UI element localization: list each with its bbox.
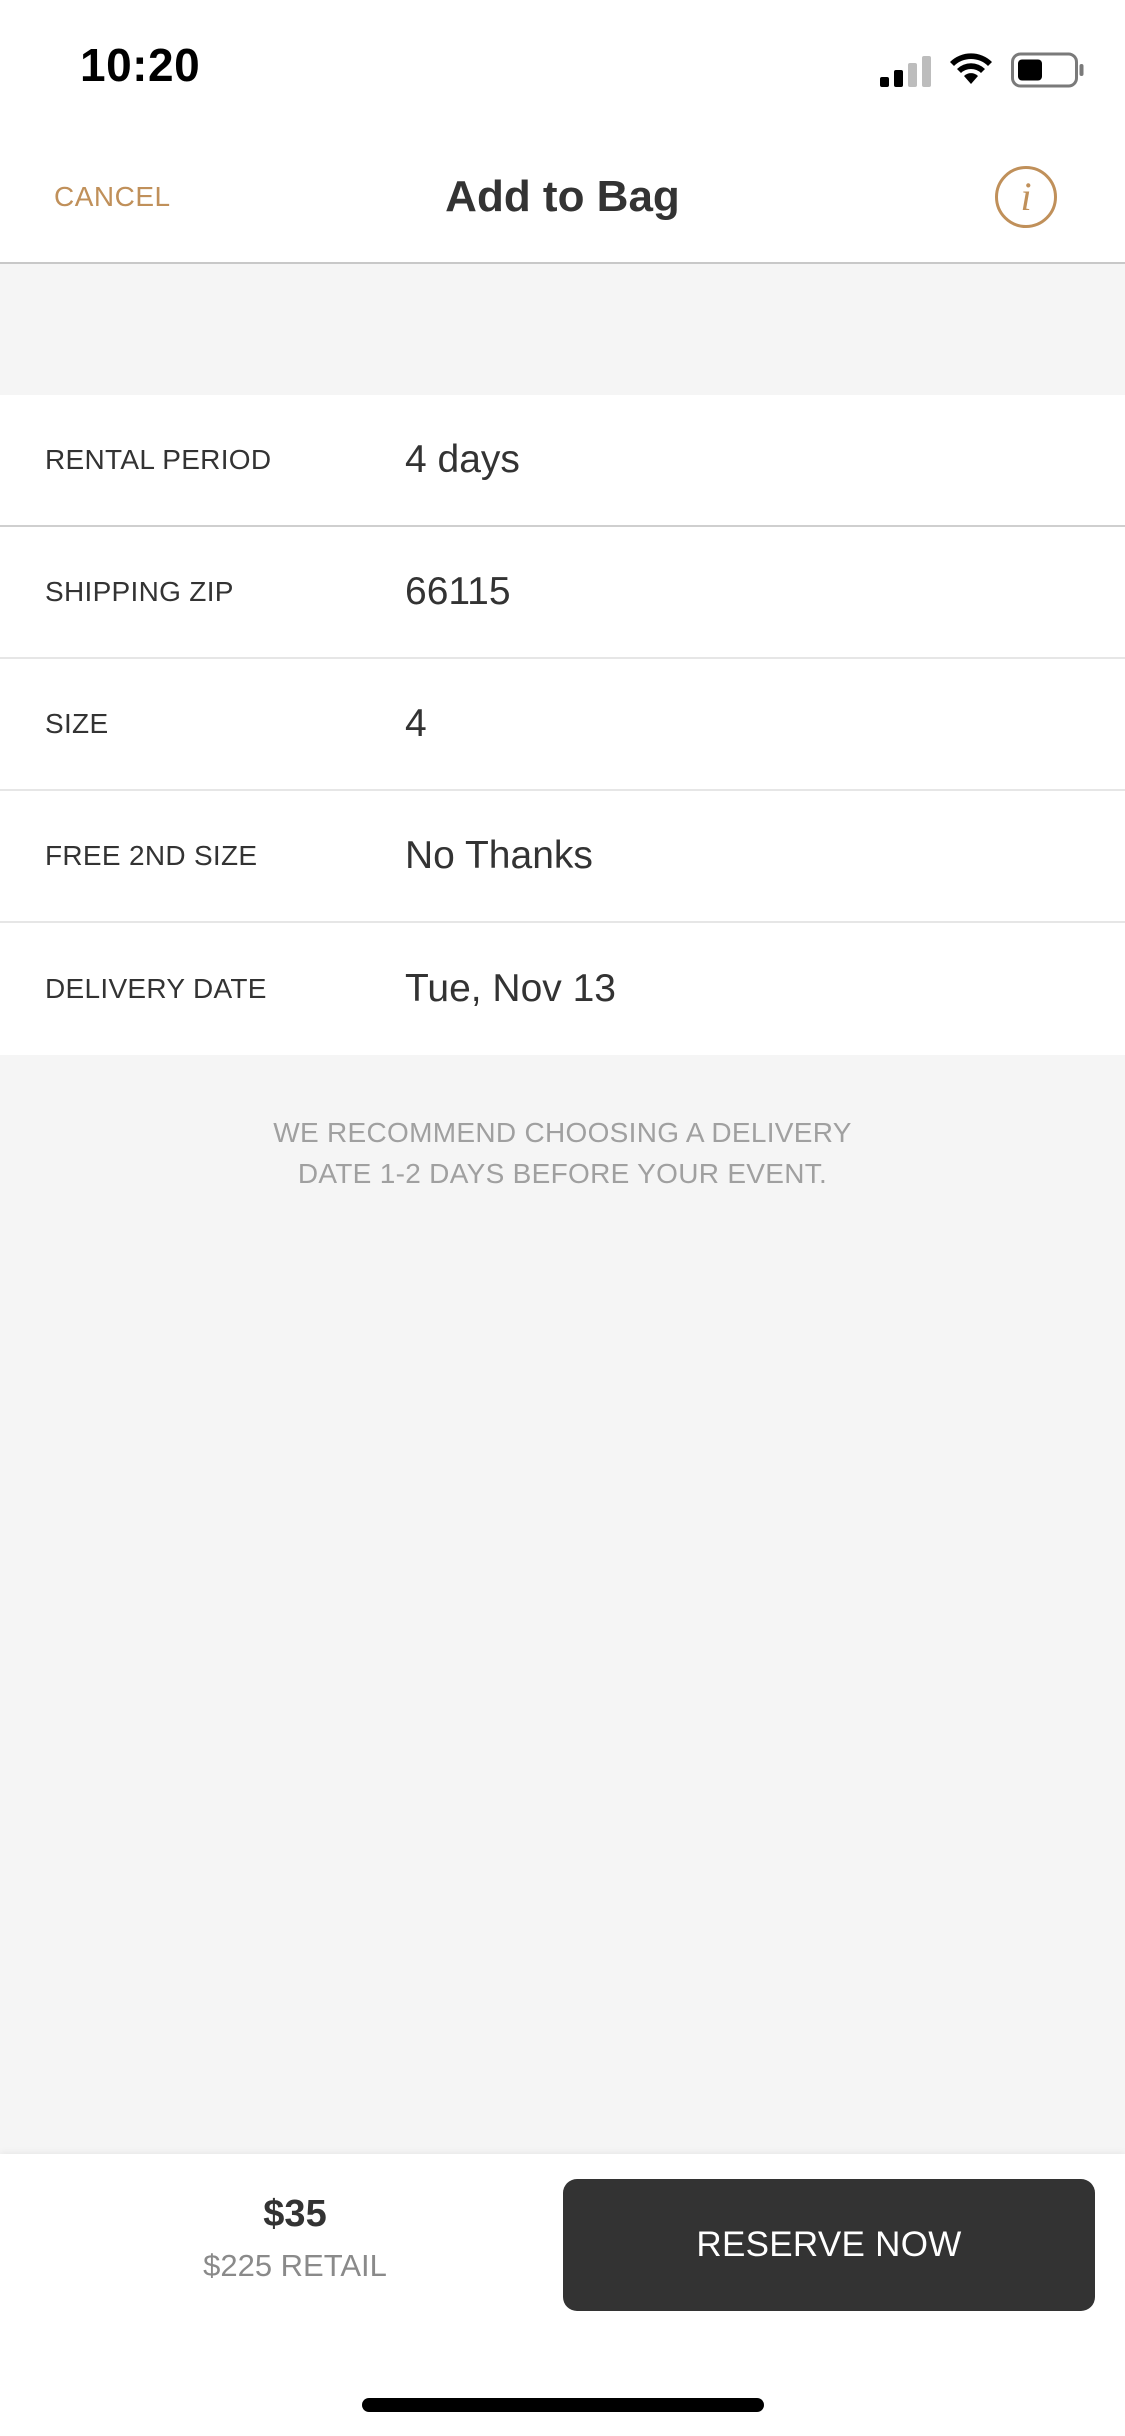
delivery-recommendation-note: WE RECOMMEND CHOOSING A DELIVERY DATE 1-… (0, 1112, 1125, 1194)
shipping-zip-row[interactable]: SHIPPING ZIP 66115 (0, 527, 1125, 659)
rental-period-label: RENTAL PERIOD (45, 444, 272, 475)
page-title: Add to Bag (445, 172, 680, 221)
bottom-bar: $35 $225 RETAIL RESERVE NOW (0, 2154, 1125, 2436)
delivery-date-value: Tue, Nov 13 (405, 967, 616, 1010)
home-indicator[interactable] (362, 2398, 764, 2412)
shipping-zip-value: 66115 (405, 570, 511, 613)
status-icons (880, 50, 1085, 90)
size-value: 4 (405, 702, 427, 745)
reserve-now-button[interactable]: RESERVE NOW (563, 2179, 1095, 2311)
nav-header: CANCEL Add to Bag i (0, 132, 1125, 264)
rental-period-row[interactable]: RENTAL PERIOD 4 days (0, 395, 1125, 527)
free-second-size-row[interactable]: FREE 2ND SIZE No Thanks (0, 791, 1125, 923)
battery-icon (1011, 52, 1084, 88)
wifi-icon (950, 53, 992, 84)
info-icon: i (1020, 174, 1032, 219)
note-line-1: WE RECOMMEND CHOOSING A DELIVERY (273, 1117, 852, 1148)
rental-price: $35 (263, 2193, 327, 2235)
shipping-zip-label: SHIPPING ZIP (45, 576, 234, 607)
info-button[interactable]: i (995, 166, 1057, 228)
status-bar: 10:20 (0, 0, 1125, 132)
free-second-size-label: FREE 2ND SIZE (45, 840, 258, 871)
rental-period-value: 4 days (405, 438, 520, 481)
retail-price: $225 RETAIL (203, 2248, 387, 2283)
note-line-2: DATE 1-2 DAYS BEFORE YOUR EVENT. (297, 1158, 828, 1189)
cellular-signal-icon (880, 53, 931, 87)
rental-options-list: RENTAL PERIOD 4 days SHIPPING ZIP 66115 … (0, 395, 1125, 1055)
delivery-date-label: DELIVERY DATE (45, 973, 267, 1004)
size-label: SIZE (45, 708, 109, 739)
delivery-date-row[interactable]: DELIVERY DATE Tue, Nov 13 (0, 923, 1125, 1055)
free-second-size-value: No Thanks (405, 834, 593, 877)
size-row[interactable]: SIZE 4 (0, 659, 1125, 791)
status-time: 10:20 (80, 39, 201, 91)
price-block: $35 $225 RETAIL (0, 2188, 590, 2288)
